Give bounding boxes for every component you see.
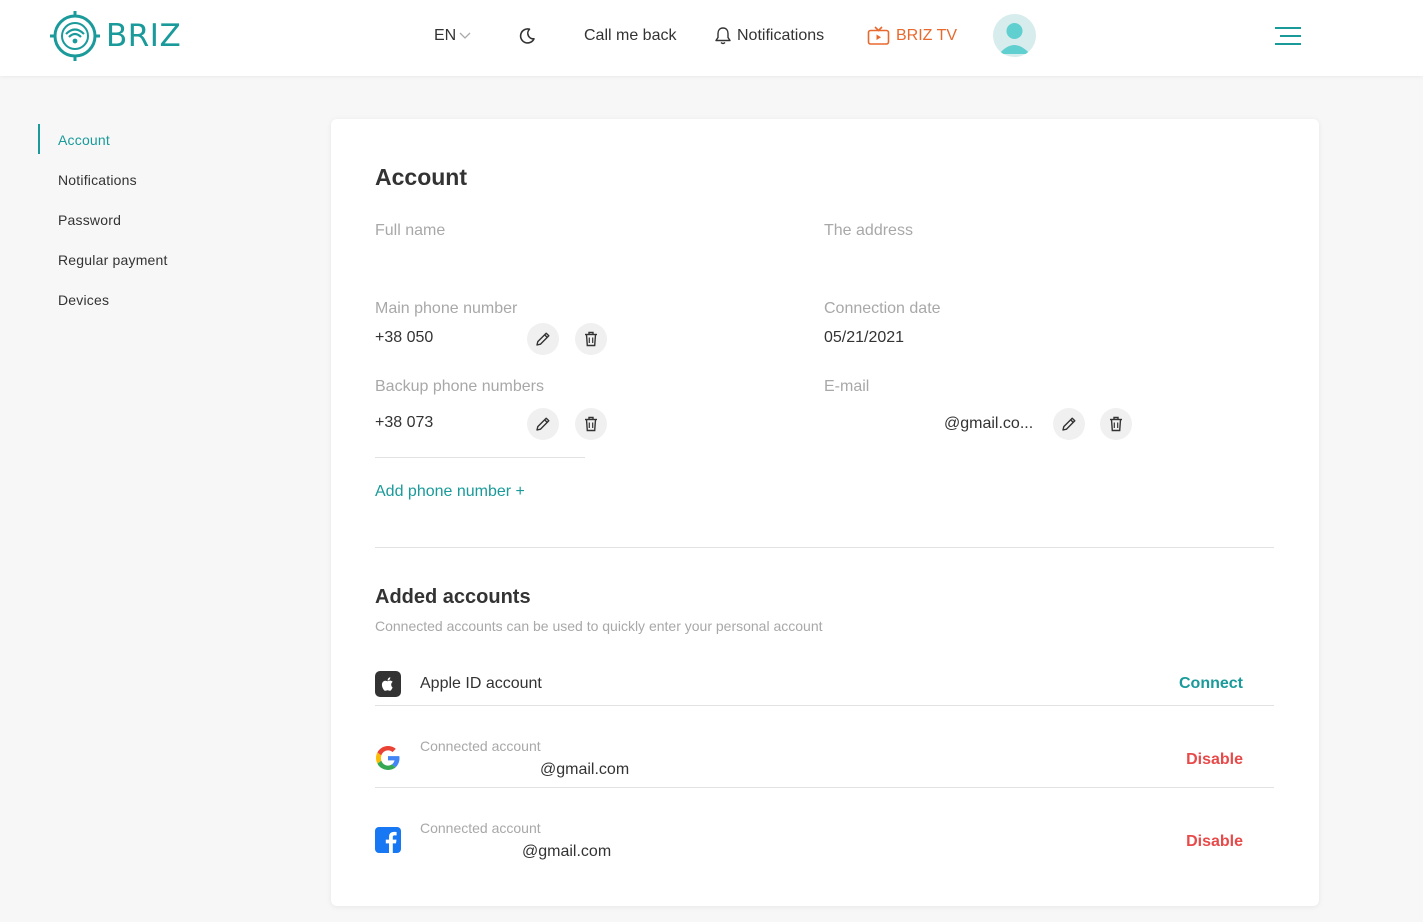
notifications-label: Notifications [737, 27, 825, 44]
briz-logo-icon [50, 11, 100, 61]
edit-email-button[interactable] [1053, 408, 1085, 440]
backup-phone-value: +38 073 [375, 414, 434, 431]
briz-tv-label: BRIZ TV [896, 27, 958, 44]
page-title: Account [375, 164, 467, 190]
main-phone-value: +38 050 [375, 329, 434, 346]
sidebar-item-notifications[interactable]: Notifications [38, 160, 258, 200]
sidebar-item-devices[interactable]: Devices [38, 280, 258, 320]
edit-backup-phone-button[interactable] [527, 408, 559, 440]
pencil-icon [1062, 417, 1076, 431]
delete-email-button[interactable] [1100, 408, 1132, 440]
chevron-down-icon [459, 32, 471, 40]
google-email: @gmail.com [540, 761, 630, 778]
trash-icon [585, 416, 597, 432]
logo-text: BRIZ [106, 18, 182, 54]
main-phone-label: Main phone number [375, 300, 518, 317]
pencil-icon [536, 417, 550, 431]
email-label: E-mail [824, 378, 870, 395]
add-phone-number-link[interactable]: Add phone number + [375, 483, 525, 501]
facebook-icon [375, 827, 401, 853]
added-accounts-subtitle: Connected accounts can be used to quickl… [375, 618, 823, 634]
top-bar: BRIZ EN Call me back Notifications BRIZ … [0, 0, 1423, 76]
facebook-email: @gmail.com [522, 843, 612, 860]
facebook-account-row: Connected account @gmail.com Disable [375, 788, 1274, 870]
trash-icon [585, 331, 597, 347]
full-name-label: Full name [375, 222, 446, 239]
google-icon [376, 746, 400, 770]
bell-icon [715, 27, 731, 45]
user-icon [999, 23, 1030, 54]
apple-account-label: Apple ID account [420, 675, 542, 692]
apple-account-row: Apple ID account Connect [375, 659, 1274, 706]
menu-icon[interactable] [1274, 26, 1302, 46]
trash-icon [1110, 416, 1122, 432]
sidebar-item-password[interactable]: Password [38, 200, 258, 240]
language-label: EN [434, 27, 457, 44]
phone-divider [375, 457, 585, 458]
pencil-icon [536, 332, 550, 346]
sidebar-item-regular-payment[interactable]: Regular payment [38, 240, 258, 280]
sidebar-item-account[interactable]: Account [38, 120, 258, 160]
google-disable-button[interactable]: Disable [1186, 751, 1243, 769]
delete-backup-phone-button[interactable] [575, 408, 607, 440]
added-accounts-title: Added accounts [375, 586, 531, 608]
edit-main-phone-button[interactable] [527, 323, 559, 355]
moon-icon [519, 28, 535, 44]
section-divider [375, 547, 1274, 548]
delete-main-phone-button[interactable] [575, 323, 607, 355]
facebook-status-label: Connected account [420, 820, 541, 836]
tv-icon [867, 26, 890, 45]
facebook-disable-button[interactable]: Disable [1186, 833, 1243, 851]
call-me-back-link[interactable]: Call me back [584, 24, 676, 48]
apple-icon [375, 671, 401, 697]
account-card: Account Full name The address Main phone… [331, 119, 1319, 906]
notifications-link[interactable]: Notifications [714, 24, 824, 48]
google-account-row: Connected account @gmail.com Disable [375, 706, 1274, 788]
email-value: @gmail.co... [944, 415, 1034, 432]
address-label: The address [824, 222, 913, 239]
user-avatar[interactable] [993, 14, 1036, 57]
language-selector[interactable]: EN [434, 24, 471, 48]
google-status-label: Connected account [420, 738, 541, 754]
briz-tv-link[interactable]: BRIZ TV [867, 24, 957, 48]
settings-sidebar: Account Notifications Password Regular p… [38, 120, 258, 320]
connection-date-label: Connection date [824, 300, 941, 317]
backup-phone-label: Backup phone numbers [375, 378, 544, 395]
apple-connect-button[interactable]: Connect [1179, 675, 1243, 693]
logo[interactable]: BRIZ [48, 9, 181, 63]
connection-date-value: 05/21/2021 [824, 329, 905, 346]
dark-mode-toggle[interactable] [517, 24, 537, 48]
